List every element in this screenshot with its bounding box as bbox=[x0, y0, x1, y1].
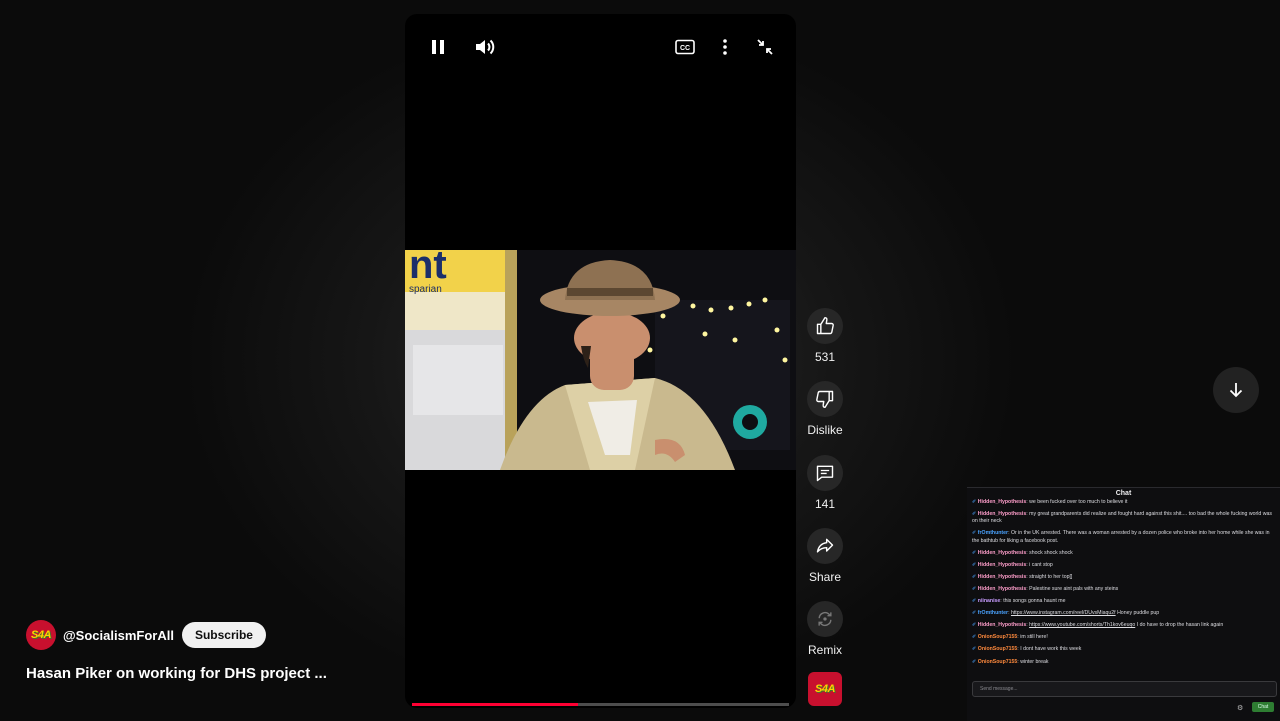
chat-message-text: I do have to drop the hasan link again bbox=[1136, 622, 1224, 629]
chat-username[interactable]: Hidden_Hypothesis bbox=[978, 586, 1026, 592]
progress-bar[interactable] bbox=[412, 703, 789, 706]
progress-bar-fill bbox=[412, 703, 578, 706]
chat-link[interactable]: https://www.youtube.com/shorts/Th1kov6eu… bbox=[1029, 622, 1135, 628]
chat-message: ✐ OnionSoup7155: im still here! bbox=[972, 634, 1048, 641]
comments-action: 141 bbox=[805, 455, 845, 511]
chat-message-text: i cant stop bbox=[1029, 561, 1053, 568]
chat-send-button[interactable]: Chat bbox=[1252, 702, 1274, 712]
next-video-button[interactable] bbox=[1213, 367, 1259, 413]
chat-message: ✐ OnionSoup7155: winter break bbox=[972, 658, 1049, 665]
video-frame-illustration: nt sparian bbox=[405, 250, 796, 470]
dislike-action: Dislike bbox=[805, 381, 845, 437]
chat-message-text: this songs gonna haunt me bbox=[1003, 598, 1066, 605]
chat-message-text: shock shock shock bbox=[1029, 549, 1073, 556]
video-title[interactable]: Hasan Piker on working for DHS project .… bbox=[26, 665, 327, 682]
like-action: 531 bbox=[805, 308, 845, 364]
chat-message-text: straight to her top[] bbox=[1029, 573, 1073, 580]
frame-sign-text: nt bbox=[409, 250, 447, 287]
channel-avatar-text: S4A bbox=[31, 629, 51, 641]
chat-message: ✐ Hidden_Hypothesis: shock shock shock bbox=[972, 549, 1073, 556]
comments-count: 141 bbox=[814, 497, 836, 511]
more-vert-icon bbox=[723, 39, 727, 55]
chat-username[interactable]: OnionSoup7155 bbox=[978, 646, 1018, 652]
chat-message-text: Or in the UK arrested. There was a woman… bbox=[972, 530, 1270, 544]
remix-action: Remix bbox=[805, 601, 845, 657]
chat-message-text: Palestine sure aint pals with any steins bbox=[1029, 585, 1119, 592]
svg-text:CC: CC bbox=[680, 45, 690, 52]
chat-message: ✐ Hidden_Hypothesis: we been fucked over… bbox=[972, 499, 1128, 505]
channel-avatar-small[interactable]: S4A bbox=[808, 672, 842, 706]
chat-username[interactable]: niinanise bbox=[978, 598, 1001, 604]
dislike-button[interactable] bbox=[807, 381, 843, 417]
channel-bar: S4A @SocialismForAll Subscribe bbox=[26, 620, 266, 650]
remix-button[interactable] bbox=[807, 601, 843, 637]
chat-username[interactable]: OnionSoup7155 bbox=[978, 659, 1018, 665]
chat-message: ✐ frOmthunter: https://www.instagram.com… bbox=[972, 610, 1160, 617]
share-action: Share bbox=[805, 528, 845, 584]
comments-button[interactable] bbox=[807, 455, 843, 491]
captions-button[interactable]: CC bbox=[671, 34, 699, 60]
chat-input[interactable]: Send message... bbox=[972, 681, 1277, 697]
subscribe-button[interactable]: Subscribe bbox=[181, 622, 266, 648]
remix-label: Remix bbox=[807, 643, 842, 657]
comment-icon bbox=[816, 465, 834, 482]
chat-username[interactable]: Hidden_Hypothesis bbox=[978, 499, 1026, 505]
chat-message-text: Honey puddle pup bbox=[1117, 610, 1160, 617]
chat-message: ✐ OnionSoup7155: I dont have work this w… bbox=[972, 646, 1082, 653]
remix-icon bbox=[818, 612, 832, 626]
channel-avatar-small-text: S4A bbox=[815, 683, 835, 695]
video-frame: nt sparian bbox=[405, 250, 796, 470]
chat-username[interactable]: OnionSoup7155 bbox=[978, 634, 1018, 640]
like-button[interactable] bbox=[807, 308, 843, 344]
chat-username[interactable]: Hidden_Hypothesis bbox=[978, 562, 1026, 568]
share-button[interactable] bbox=[807, 528, 843, 564]
chat-message: ✐ niinanise: this songs gonna haunt me bbox=[972, 598, 1066, 605]
volume-icon bbox=[476, 39, 495, 55]
chat-message: ✐ Hidden_Hypothesis: my great grandparen… bbox=[972, 511, 1272, 525]
chat-message: ✐ Hidden_Hypothesis: https://www.youtube… bbox=[972, 622, 1224, 629]
more-options-button[interactable] bbox=[711, 34, 739, 60]
video-player[interactable]: CC nt sparian bbox=[405, 14, 796, 708]
channel-handle[interactable]: @SocialismForAll bbox=[63, 628, 174, 643]
chat-message-text: we been fucked over too much to believe … bbox=[1029, 499, 1128, 505]
chat-message-text: winter break bbox=[1020, 658, 1049, 665]
thumbs-up-icon bbox=[816, 316, 834, 335]
channel-avatar[interactable]: S4A bbox=[26, 620, 56, 650]
chat-username[interactable]: frOmthunter bbox=[978, 530, 1008, 536]
exit-fullscreen-button[interactable] bbox=[751, 34, 779, 60]
pause-icon bbox=[432, 40, 444, 54]
chat-message-text: im still here! bbox=[1020, 634, 1048, 641]
frame-sign-subtext: sparian bbox=[409, 284, 442, 295]
pause-button[interactable] bbox=[424, 34, 452, 60]
arrow-down-icon bbox=[1229, 383, 1243, 398]
dislike-label: Dislike bbox=[807, 423, 843, 437]
chat-message: ✐ Hidden_Hypothesis: Palestine sure aint… bbox=[972, 585, 1119, 592]
volume-button[interactable] bbox=[471, 34, 499, 60]
chat-username[interactable]: Hidden_Hypothesis bbox=[978, 550, 1026, 556]
chat-username[interactable]: Hidden_Hypothesis bbox=[978, 574, 1026, 580]
chat-message-text: I dont have work this week bbox=[1020, 646, 1082, 653]
like-count: 531 bbox=[814, 350, 836, 364]
chat-link[interactable]: https://www.instagram.com/reel/DUvsMiaqu… bbox=[1011, 610, 1116, 616]
chat-log[interactable]: ✐ Hidden_Hypothesis: we been fucked over… bbox=[972, 499, 1275, 669]
exit-fullscreen-icon bbox=[757, 39, 773, 55]
chat-panel: Chat ✐ Hidden_Hypothesis: we been fucked… bbox=[967, 487, 1280, 721]
chat-message: ✐ Hidden_Hypothesis: straight to her top… bbox=[972, 573, 1073, 580]
chat-title: Chat bbox=[1115, 490, 1132, 497]
thumbs-down-icon bbox=[816, 390, 834, 409]
gear-icon[interactable]: ⚙ bbox=[1237, 704, 1243, 712]
share-icon bbox=[816, 538, 834, 553]
share-label: Share bbox=[808, 570, 842, 584]
chat-message: ✐ frOmthunter: Or in the UK arrested. Th… bbox=[972, 530, 1270, 544]
chat-username[interactable]: Hidden_Hypothesis bbox=[978, 622, 1026, 628]
chat-message: ✐ Hidden_Hypothesis: i cant stop bbox=[972, 561, 1053, 568]
chat-username[interactable]: frOmthunter bbox=[978, 610, 1008, 616]
chat-username[interactable]: Hidden_Hypothesis bbox=[978, 511, 1026, 517]
cc-icon: CC bbox=[675, 39, 695, 55]
